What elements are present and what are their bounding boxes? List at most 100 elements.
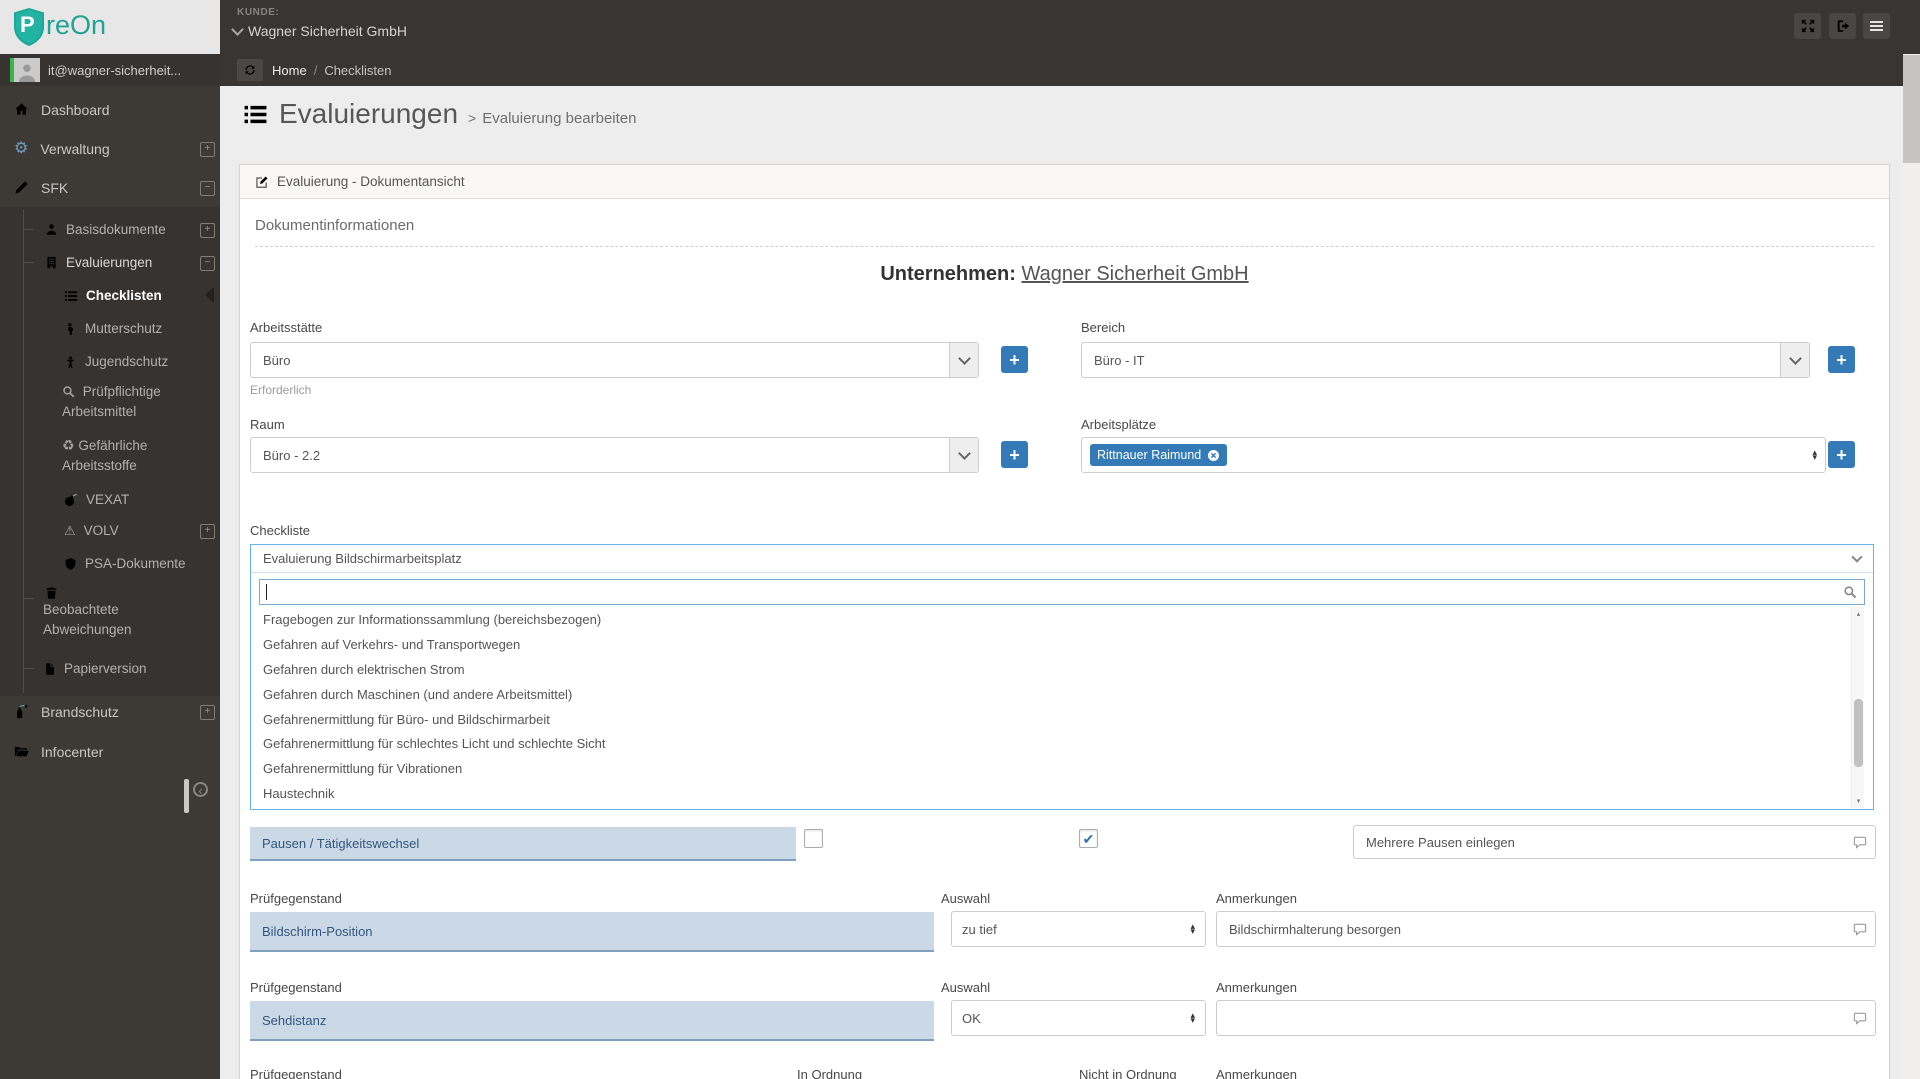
add-arbeitsplatz-button[interactable]: + [1828,441,1855,468]
dropdown-scrollbar-thumb[interactable] [1854,699,1863,767]
page-scrollbar-thumb[interactable] [1903,55,1920,163]
checkliste-option-list: Fragebogen zur Informationssammlung (ber… [251,607,1851,809]
pruefgegenstand-sehdistanz[interactable]: Sehdistanz [250,1001,934,1041]
refresh-button[interactable] [237,59,263,81]
sidebar-item-dashboard[interactable]: Dashboard [0,90,220,129]
comment-icon[interactable] [1852,922,1867,937]
checkliste-search-input[interactable] [267,584,1843,600]
sidebar-item-jugendschutz[interactable]: Jugendschutz [0,345,220,378]
comment-icon[interactable] [1852,835,1867,850]
kunde-selector[interactable]: Wagner Sicherheit GmbH [231,22,407,39]
bildschirm-position-anmerkung-input[interactable] [1217,921,1852,937]
active-item-caret [205,287,214,303]
gears-icon: ⚙ [14,140,29,157]
add-raum-button[interactable]: + [1001,441,1028,468]
expand-plus-icon[interactable]: + [200,222,215,238]
sidebar-item-gefaehrliche-arbeitsstoffe[interactable]: ♻ Gefährliche Arbeitsstoffe [0,435,214,476]
checkliste-option[interactable]: Gefahrenermittlung für Vibrationen [251,756,1851,781]
collapse-minus-icon[interactable]: − [200,180,215,196]
bildschirm-position-auswahl-select[interactable]: zu tief ▴ ▾ [951,911,1206,947]
sidebar-item-mutterschutz[interactable]: Mutterschutz [0,312,220,345]
pruefgegenstand-pausen[interactable]: Pausen / Tätigkeitswechsel [250,827,796,861]
expand-plus-icon[interactable]: + [200,704,215,720]
scroll-up-icon[interactable]: ▴ [1852,610,1865,618]
sidebar-item-beobachtete-abweichungen[interactable]: Beobachtete Abweichungen [43,586,208,640]
pruefgegenstand-label: Prüfgegenstand [250,891,342,906]
hamburger-icon [1870,21,1883,31]
sidebar-item-brandschutz[interactable]: Brandschutz + [0,692,220,731]
arbeitsplaetze-multiselect[interactable]: Rittnauer Raimund ▴ ▾ [1081,437,1826,473]
sidebar-collapse-button[interactable]: ‹ [193,782,208,797]
menu-button[interactable] [1863,13,1890,39]
expand-plus-icon[interactable]: + [200,523,215,539]
pruefgegenstand-bildschirm-position[interactable]: Bildschirm-Position [250,912,934,952]
checkliste-value-text: Evaluierung Bildschirmarbeitsplatz [263,551,462,566]
search-icon [1843,585,1857,599]
spinner-down: ▾ [1190,1015,1195,1025]
user-email[interactable]: it@wagner-sicherheit... [48,54,181,86]
sidebar-item-pruefpflichtige-arbeitsmittel[interactable]: Prüfpflichtige Arbeitsmittel [0,382,214,422]
in-ordnung-checkbox[interactable] [804,829,823,848]
updown-spinner-icon[interactable]: ▴ ▾ [1812,448,1817,462]
sidebar-scrollbar-thumb[interactable] [184,779,189,813]
sidebar-item-label: Abweichungen [43,622,132,637]
company-link[interactable]: Wagner Sicherheit GmbH [1022,263,1249,285]
checkliste-option[interactable]: Gefahrenermittlung für Büro- und Bildsch… [251,707,1851,732]
select-dropdown-addon[interactable] [949,343,978,377]
person-icon [45,223,58,236]
arbeitsstaette-select[interactable]: Büro [250,342,979,378]
anmerkungen-label: Anmerkungen [1216,1067,1297,1079]
sidebar-item-label: VEXAT [86,492,130,507]
sidebar-item-volv[interactable]: ⚠ VOLV + [0,514,220,547]
auswahl-value: OK [962,1010,981,1026]
scroll-down-icon[interactable]: ▾ [1852,797,1865,805]
remove-tag-icon[interactable] [1207,449,1220,462]
checkliste-option[interactable]: Gefahren durch Maschinen (und andere Arb… [251,682,1851,707]
select-dropdown-addon[interactable] [1780,343,1809,377]
sidebar-item-vexat[interactable]: VEXAT [0,483,220,516]
select-dropdown-addon[interactable] [949,438,978,472]
pausen-anmerkung-field [1353,825,1876,859]
add-arbeitsstaette-button[interactable]: + [1001,346,1028,373]
panel-header: Evaluierung - Dokumentansicht [240,165,1889,199]
bomb-icon [64,493,78,507]
checkliste-option[interactable]: Gefahrenermittlung für schlechtes Licht … [251,731,1851,756]
checkliste-option[interactable]: Gefahren auf Verkehrs- und Transportwege… [251,632,1851,657]
sehdistanz-anmerkung-input[interactable] [1217,1010,1852,1026]
checkliste-option[interactable]: Haustechnik [251,781,1851,806]
sehdistanz-auswahl-select[interactable]: OK ▴ ▾ [951,1000,1206,1036]
checkliste-option[interactable]: Fragebogen zur Informationssammlung (ber… [251,607,1851,632]
nicht-in-ordnung-checkbox[interactable]: ✔ [1079,829,1098,848]
updown-spinner-icon: ▴ ▾ [1190,1011,1195,1025]
arrow-left-icon: ‹ [198,783,203,798]
collapse-minus-icon[interactable]: − [200,255,215,271]
add-bereich-button[interactable]: + [1828,346,1855,373]
bereich-select[interactable]: Büro - IT [1081,342,1810,378]
sidebar-item-evaluierungen[interactable]: Evaluierungen − [0,246,220,279]
raum-select[interactable]: Büro - 2.2 [250,437,979,473]
sidebar-item-label: Infocenter [41,743,104,760]
breadcrumb-home[interactable]: Home [272,63,307,78]
sidebar-item-label: Evaluierungen [66,255,153,270]
expand-plus-icon[interactable]: + [200,141,215,157]
sidebar-item-sfk[interactable]: SFK − [0,168,220,207]
dropdown-scrollbar[interactable]: ▴ ▾ [1851,607,1864,808]
avatar[interactable] [14,58,40,82]
sidebar-item-infocenter[interactable]: Infocenter [0,732,220,771]
kunde-label: KUNDE: [237,7,280,18]
sidebar-item-papierversion[interactable]: Papierversion [0,652,220,685]
page-scrollbar[interactable] [1903,54,1920,1079]
sidebar-item-basisdokumente[interactable]: Basisdokumente + [0,213,220,246]
sidebar-item-psa-dokumente[interactable]: PSA-Dokumente [0,547,220,580]
logout-button[interactable] [1829,13,1856,39]
checkliste-selected-value[interactable]: Evaluierung Bildschirmarbeitsplatz [251,545,1873,573]
arbeitsstaette-label: Arbeitsstätte [250,320,323,335]
app-window: P reOn KUNDE: Wagner Sicherheit GmbH it@… [0,0,1920,1079]
sidebar-item-checklisten[interactable]: Checklisten [0,279,220,312]
fullscreen-button[interactable] [1794,13,1821,39]
sidebar-item-verwaltung[interactable]: ⚙ Verwaltung + [0,129,220,168]
checkliste-option[interactable]: Gefahren durch elektrischen Strom [251,657,1851,682]
pruefgegenstand-name: Bildschirm-Position [262,923,373,939]
pausen-anmerkung-input[interactable] [1354,834,1852,850]
comment-icon[interactable] [1852,1011,1867,1026]
